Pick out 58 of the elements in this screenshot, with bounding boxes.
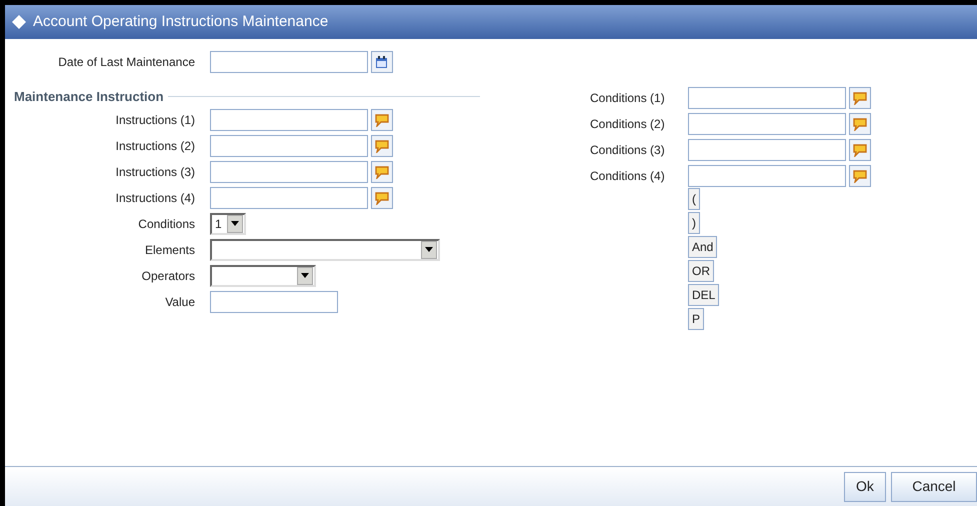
speech-bubble-icon: [852, 91, 868, 105]
dropdown-arrow-icon: [301, 273, 309, 278]
text-field[interactable]: [210, 186, 368, 208]
speech-bubble-icon: [374, 164, 390, 178]
window-title: Account Operating Instructions Maintenance: [33, 12, 328, 32]
operator-button[interactable]: OR: [688, 260, 714, 282]
lookup-button[interactable]: [371, 108, 393, 130]
value-field[interactable]: [210, 290, 338, 312]
operator-button[interactable]: DEL: [688, 284, 720, 306]
dropdown[interactable]: [210, 238, 440, 260]
speech-bubble-icon: [374, 138, 390, 152]
lookup-button[interactable]: [849, 87, 871, 109]
calendar-button[interactable]: [371, 51, 393, 73]
dialog-button[interactable]: Ok: [844, 472, 886, 502]
text-field[interactable]: [688, 87, 846, 109]
speech-bubble-icon: [374, 190, 390, 204]
text-field[interactable]: [688, 113, 846, 135]
field-label: Conditions (2): [590, 116, 666, 133]
dialog-button[interactable]: Cancel: [891, 472, 977, 502]
diamond-icon: [11, 14, 27, 30]
speech-bubble-icon: [852, 143, 868, 157]
field-label: Elements: [144, 242, 196, 258]
field-label: Operators: [140, 268, 196, 284]
operator-button[interactable]: (: [688, 188, 700, 210]
dropdown-arrow-icon: [231, 221, 239, 226]
field-label: Value: [164, 294, 196, 310]
lookup-button[interactable]: [371, 134, 393, 156]
speech-bubble-icon: [852, 117, 868, 131]
date-field[interactable]: [210, 51, 368, 73]
lookup-button[interactable]: [849, 165, 871, 187]
field-label: Conditions (4): [590, 168, 666, 185]
lookup-button[interactable]: [849, 113, 871, 135]
text-field[interactable]: [688, 139, 846, 161]
field-label: Conditions (3): [590, 142, 666, 159]
operator-button[interactable]: And: [688, 236, 718, 258]
speech-bubble-icon: [374, 112, 390, 126]
field-label: Conditions: [137, 216, 196, 232]
dropdown[interactable]: 1: [210, 212, 246, 234]
text-field[interactable]: [688, 165, 846, 187]
lookup-button[interactable]: [371, 160, 393, 182]
dropdown[interactable]: [210, 264, 316, 286]
lookup-button[interactable]: [849, 139, 871, 161]
text-field[interactable]: [210, 108, 368, 130]
field-label: Date of Last Maintenance: [57, 54, 196, 71]
operator-button[interactable]: P: [688, 308, 704, 330]
field-label: Conditions (1): [590, 90, 666, 107]
section-heading: Maintenance Instruction: [13, 88, 165, 106]
lookup-button[interactable]: [371, 186, 393, 208]
dropdown-arrow-icon: [425, 247, 433, 252]
field-label: Instructions (3): [114, 164, 196, 180]
text-field[interactable]: [210, 160, 368, 182]
speech-bubble-icon: [852, 169, 868, 183]
calendar-icon: [375, 55, 389, 69]
field-label: Instructions (4): [114, 190, 196, 206]
operator-button[interactable]: ): [688, 212, 700, 234]
field-label: Instructions (1): [114, 112, 196, 128]
text-field[interactable]: [210, 134, 368, 156]
field-label: Instructions (2): [114, 138, 196, 154]
